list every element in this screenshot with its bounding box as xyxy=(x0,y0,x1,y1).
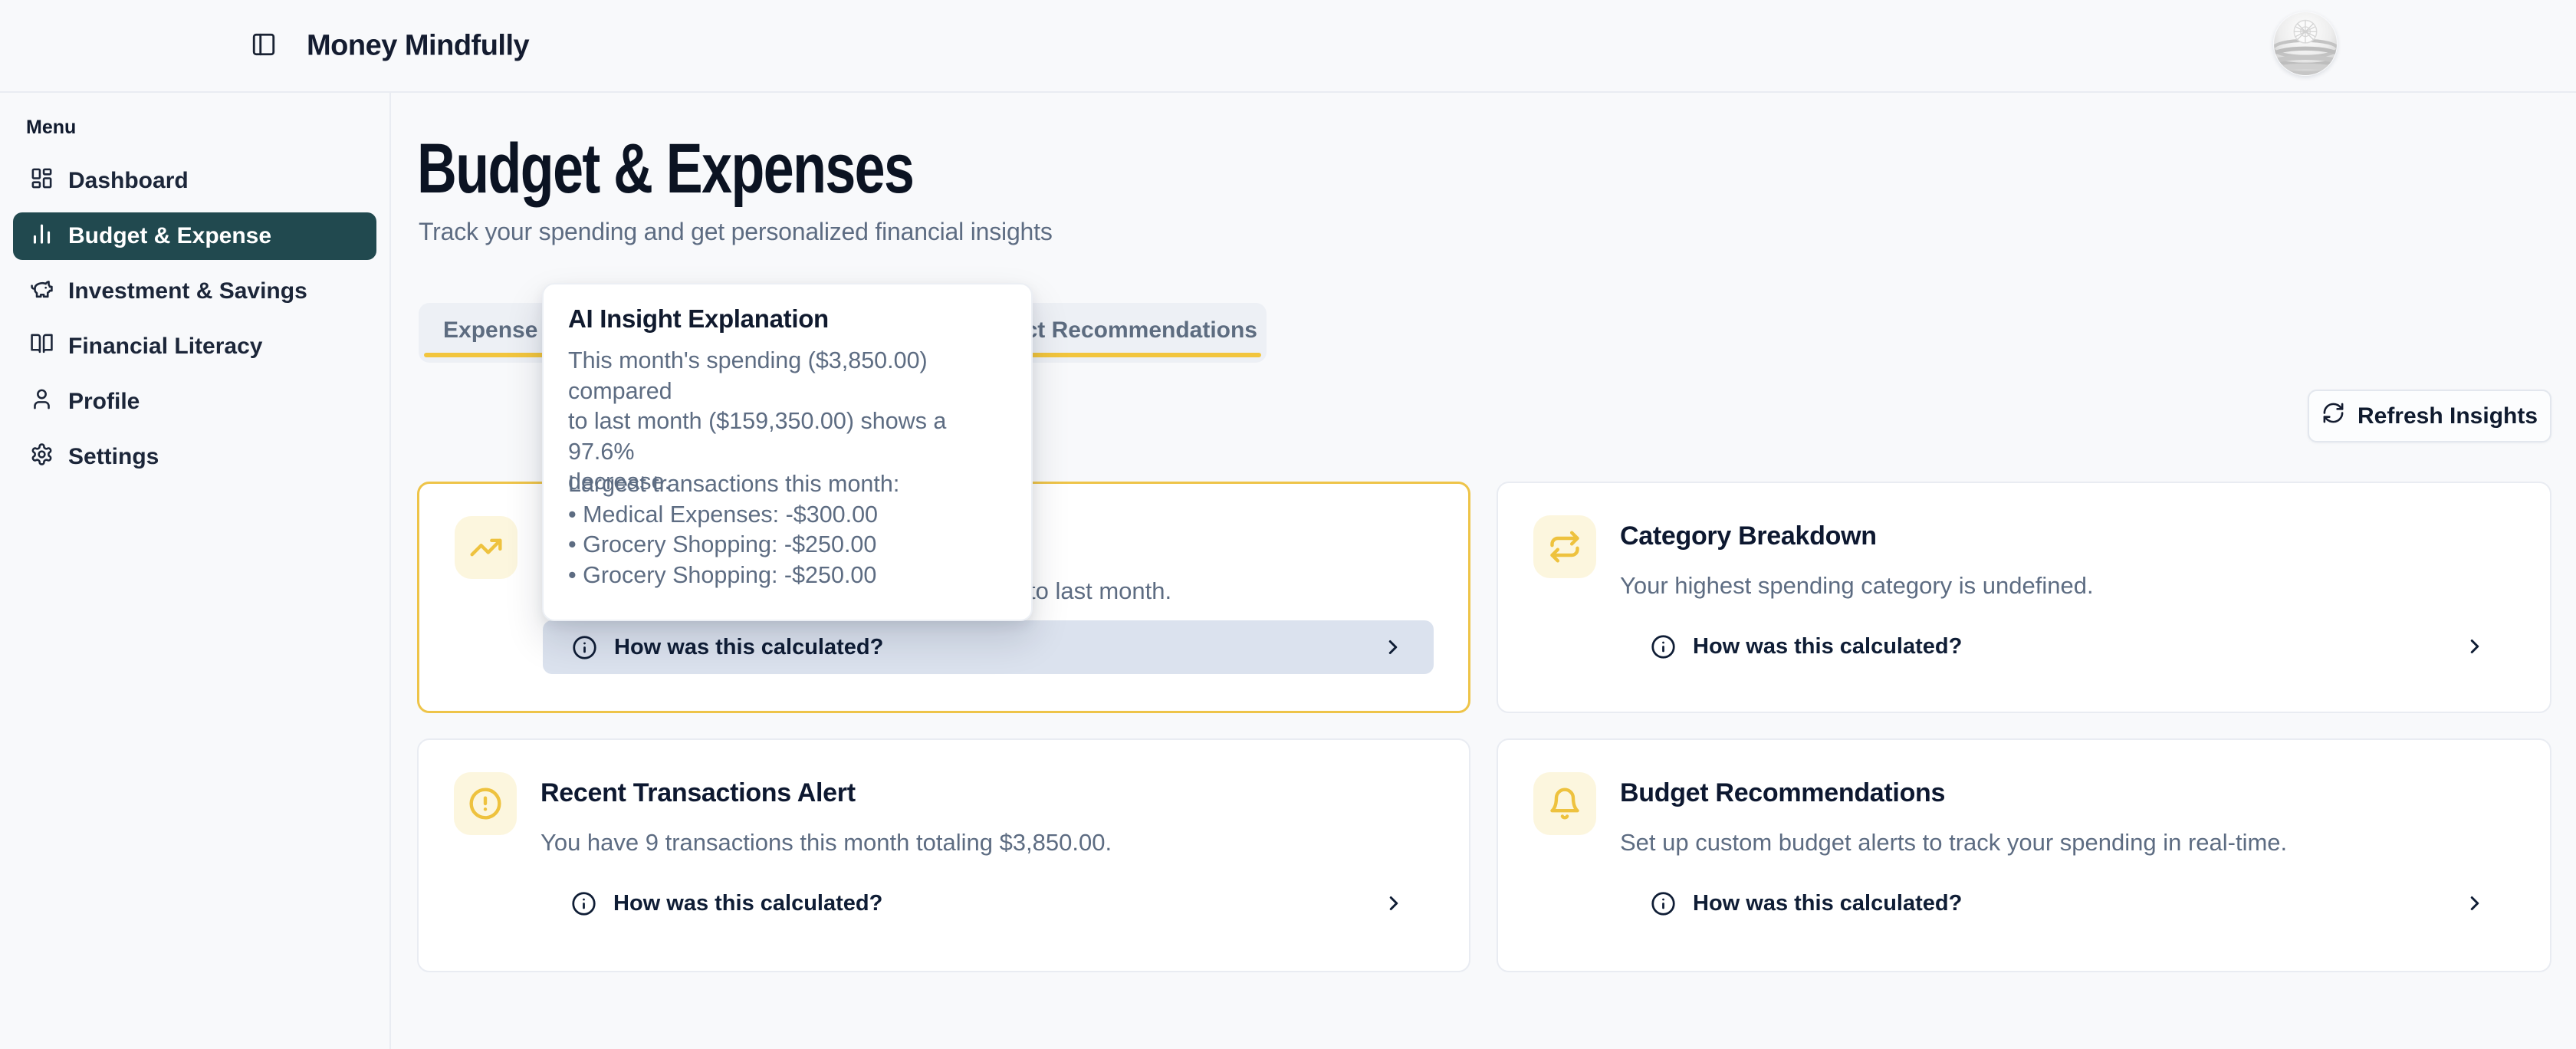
piggy-bank-icon xyxy=(30,277,54,307)
card-recent-transactions-alert: Recent Transactions Alert You have 9 tra… xyxy=(417,738,1470,972)
sidebar-item-label: Profile xyxy=(68,389,140,415)
info-icon xyxy=(572,635,597,660)
how-calculated-label: How was this calculated? xyxy=(613,891,882,916)
card-title: Category Breakdown xyxy=(1620,521,1877,551)
card-description: Your highest spending category is undefi… xyxy=(1620,572,2094,600)
info-icon xyxy=(1651,891,1676,916)
refresh-insights-button[interactable]: Refresh Insights xyxy=(2308,390,2551,442)
alert-circle-icon xyxy=(454,772,517,835)
card-description: You have 9 transactions this month total… xyxy=(540,829,1112,857)
how-calculated-label: How was this calculated? xyxy=(614,635,883,660)
sidebar-item-dashboard[interactable]: Dashboard xyxy=(13,157,376,205)
sidebar-item-label: Investment & Savings xyxy=(68,278,307,304)
page-title: Budget & Expenses xyxy=(417,133,913,204)
ai-insight-popover: AI Insight Explanation This month's spen… xyxy=(542,283,1033,621)
how-calculated-button[interactable]: How was this calculated? xyxy=(1622,876,2515,930)
repeat-icon xyxy=(1533,515,1596,578)
avatar[interactable] xyxy=(2273,12,2338,76)
user-icon xyxy=(30,387,54,417)
sidebar-item-label: Settings xyxy=(68,444,159,470)
card-description-fragment: to last month. xyxy=(1029,577,1171,605)
page-subtitle: Track your spending and get personalized… xyxy=(419,218,1053,246)
chevron-right-icon xyxy=(1382,892,1405,915)
bar-chart-icon xyxy=(30,222,54,252)
sidebar-item-label: Budget & Expense xyxy=(68,223,271,249)
card-budget-recommendations: Budget Recommendations Set up custom bud… xyxy=(1497,738,2551,972)
sidebar-item-investment-savings[interactable]: Investment & Savings xyxy=(13,268,376,315)
how-calculated-label: How was this calculated? xyxy=(1693,634,1962,659)
sidebar: Menu Dashboard Budget & Expense Investme… xyxy=(0,93,391,1049)
chevron-right-icon xyxy=(1382,636,1405,659)
layout-dashboard-icon xyxy=(30,166,54,196)
card-title: Recent Transactions Alert xyxy=(540,778,856,808)
chevron-right-icon xyxy=(2463,635,2486,658)
sidebar-item-profile[interactable]: Profile xyxy=(13,378,376,426)
sidebar-nav: Dashboard Budget & Expense Investment & … xyxy=(0,157,389,481)
card-title: Budget Recommendations xyxy=(1620,778,1945,808)
app-title: Money Mindfully xyxy=(307,29,529,62)
info-icon xyxy=(1651,634,1676,659)
refresh-insights-label: Refresh Insights xyxy=(2358,403,2538,429)
chevron-right-icon xyxy=(2463,892,2486,915)
sidebar-item-label: Financial Literacy xyxy=(68,334,262,360)
sidebar-item-settings[interactable]: Settings xyxy=(13,433,376,481)
book-open-icon xyxy=(30,332,54,362)
sidebar-toggle-button[interactable] xyxy=(247,29,281,63)
panel-left-icon xyxy=(251,31,277,60)
card-description: Set up custom budget alerts to track you… xyxy=(1620,829,2287,857)
trending-up-icon xyxy=(455,516,518,579)
how-calculated-button[interactable]: How was this calculated? xyxy=(542,876,1434,930)
sidebar-section-label: Menu xyxy=(26,117,389,139)
how-calculated-button[interactable]: How was this calculated? xyxy=(543,620,1434,674)
gear-icon xyxy=(30,442,54,472)
info-icon xyxy=(571,891,596,916)
card-category-breakdown: Category Breakdown Your highest spending… xyxy=(1497,482,2551,713)
how-calculated-label: How was this calculated? xyxy=(1693,891,1962,916)
popover-paragraph-transactions: Largest transactions this month: • Medic… xyxy=(568,469,1008,590)
top-bar: Money Mindfully xyxy=(0,0,2576,93)
app-screen: Money Mindfully xyxy=(0,0,2576,1049)
how-calculated-button[interactable]: How was this calculated? xyxy=(1622,620,2515,673)
sidebar-item-financial-literacy[interactable]: Financial Literacy xyxy=(13,323,376,370)
sidebar-item-label: Dashboard xyxy=(68,168,189,194)
bell-icon xyxy=(1533,772,1596,835)
sidebar-item-budget-expense[interactable]: Budget & Expense xyxy=(13,212,376,260)
popover-title: AI Insight Explanation xyxy=(568,304,829,334)
refresh-icon xyxy=(2321,401,2345,431)
